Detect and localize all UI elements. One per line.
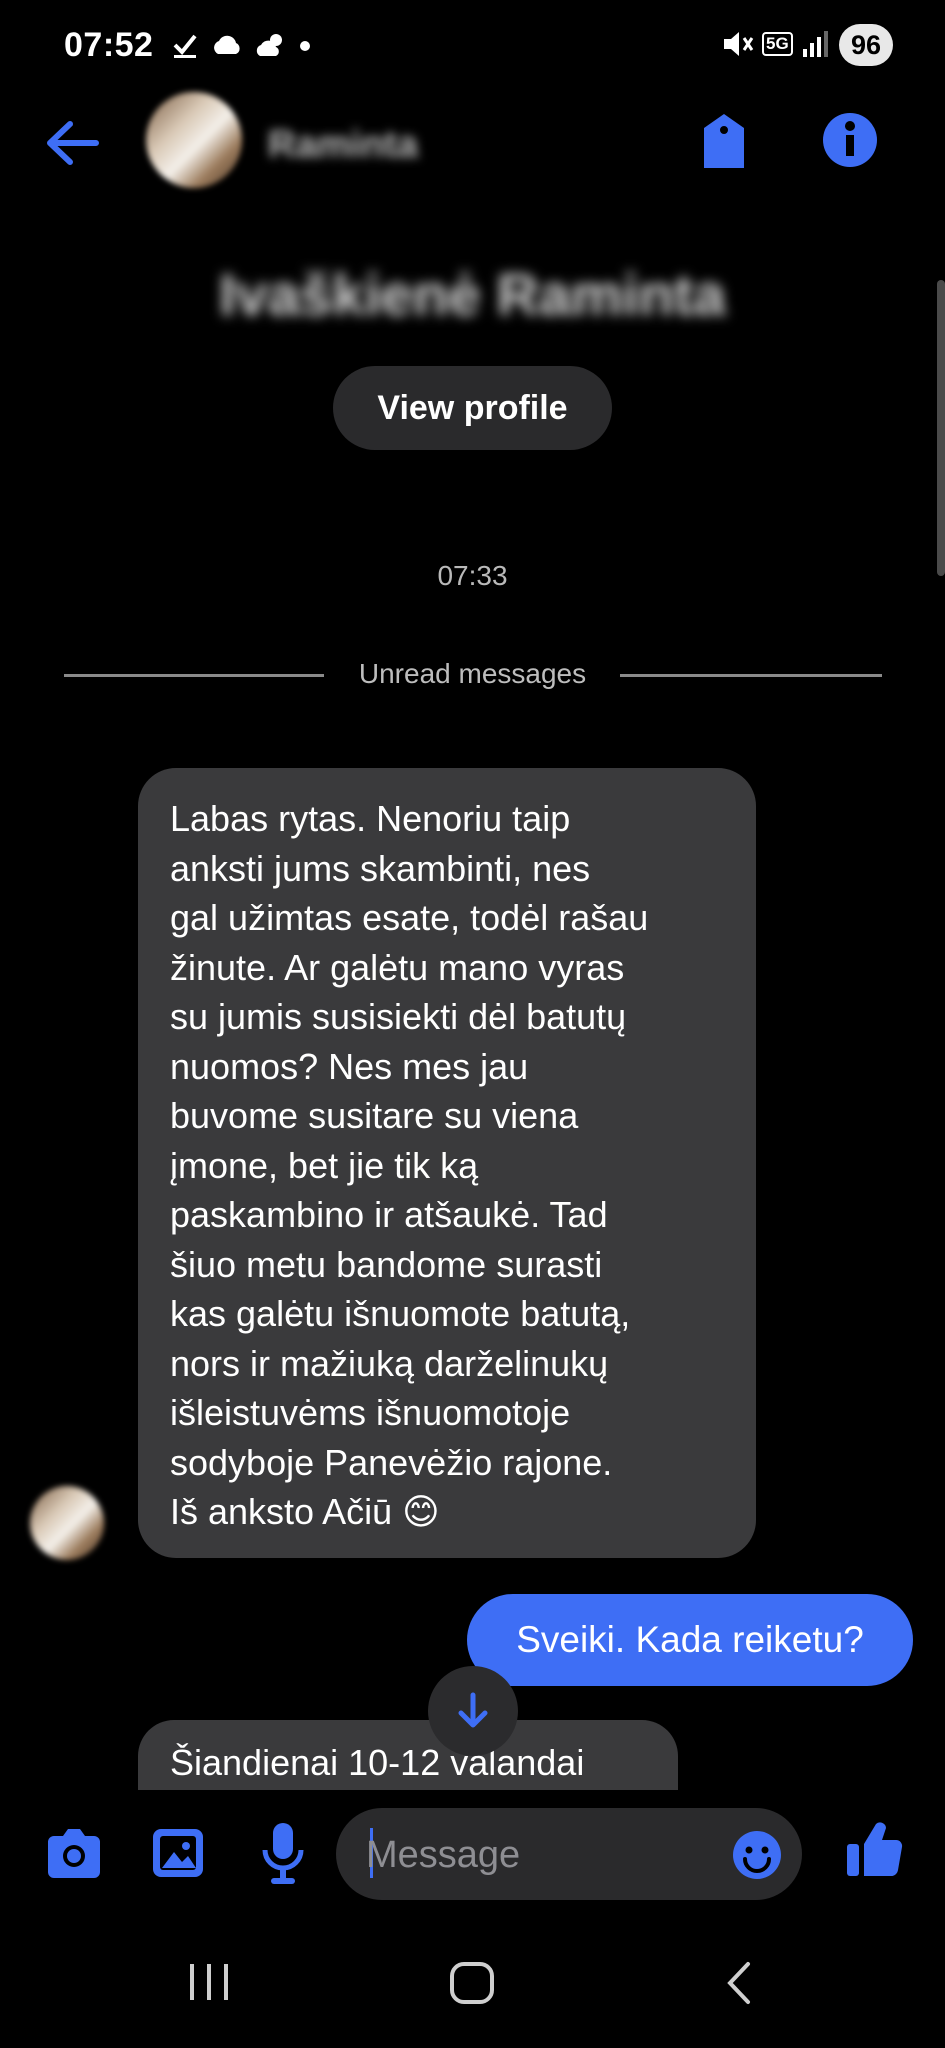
incoming-message-bubble[interactable]: Šiandienai 10-12 valandai <box>138 1720 678 1790</box>
message-line: Iš anksto Ačiū 😊 <box>170 1491 440 1532</box>
message-line: išleistuvėms išnuomotoje <box>170 1392 571 1433</box>
message-line: gal užimtas esate, todėl rašau <box>170 897 649 938</box>
outgoing-message-bubble[interactable]: Sveiki. Kada reiketu? <box>467 1594 913 1686</box>
message-line: su jumis susisiekti dėl batutų <box>170 996 627 1037</box>
message-timestamp: 07:33 <box>437 560 508 591</box>
message-line: nuomos? Nes mes jau <box>170 1045 529 1087</box>
network-label: 5G <box>762 32 793 56</box>
contact-name[interactable]: Raminta <box>268 124 418 167</box>
message-line: paskambino ir atšaukė. Tad <box>170 1194 608 1235</box>
sender-avatar[interactable] <box>30 1486 104 1560</box>
message-line: įmone, bet jie tik ką <box>170 1144 479 1186</box>
message-input[interactable] <box>364 1808 698 1902</box>
status-icons <box>170 30 312 60</box>
message-line: buvome susitare su viena <box>170 1095 579 1136</box>
message-line: anksti jums skambinti, nes <box>170 847 591 889</box>
incoming-message-bubble[interactable]: Labas rytas. Nenoriu taip anksti jums sk… <box>138 768 756 1558</box>
back-nav-icon[interactable] <box>722 1960 756 2006</box>
dot-icon <box>300 41 310 51</box>
check-icon <box>173 34 197 58</box>
gallery-icon[interactable] <box>150 1826 206 1880</box>
microphone-icon[interactable] <box>258 1820 308 1886</box>
mute-icon <box>724 32 754 56</box>
message-line: Labas rytas. Nenoriu taip <box>170 798 571 839</box>
arrow-down-icon <box>458 1692 488 1728</box>
scrollbar[interactable] <box>937 280 945 576</box>
view-profile-button[interactable]: View profile <box>333 366 612 450</box>
profile-name: Ivaškienė Raminta <box>219 263 726 328</box>
message-composer[interactable] <box>336 1808 802 1902</box>
camera-icon[interactable] <box>44 1826 104 1882</box>
info-icon[interactable] <box>822 112 878 168</box>
signal-icon <box>802 31 828 57</box>
status-time: 07:52 <box>64 26 154 64</box>
system-icons: 5G <box>720 28 831 60</box>
weather-icon <box>256 34 282 56</box>
recent-apps-icon[interactable] <box>186 1960 232 2004</box>
back-arrow-icon[interactable] <box>44 118 100 168</box>
message-line: šiuo metu bandome surasti <box>170 1243 603 1285</box>
home-icon[interactable] <box>448 1960 496 2006</box>
scroll-to-bottom-button[interactable] <box>428 1666 518 1756</box>
message-line: nors ir mažiuką darželinukų <box>170 1342 609 1384</box>
message-line: kas galėtu išnuomote batutą, <box>170 1293 631 1334</box>
tag-icon[interactable] <box>700 112 748 170</box>
thumbs-up-icon[interactable] <box>844 1818 904 1880</box>
message-line: žinute. Ar galėtu mano vyras <box>170 946 625 988</box>
contact-avatar[interactable] <box>146 92 242 188</box>
unread-messages-label: Unread messages <box>358 658 587 689</box>
cloud-icon <box>214 35 240 54</box>
battery-indicator: 96 <box>838 24 893 66</box>
emoji-icon[interactable] <box>732 1830 782 1880</box>
message-line: sodyboje Panevėžio rajone. <box>170 1441 613 1483</box>
